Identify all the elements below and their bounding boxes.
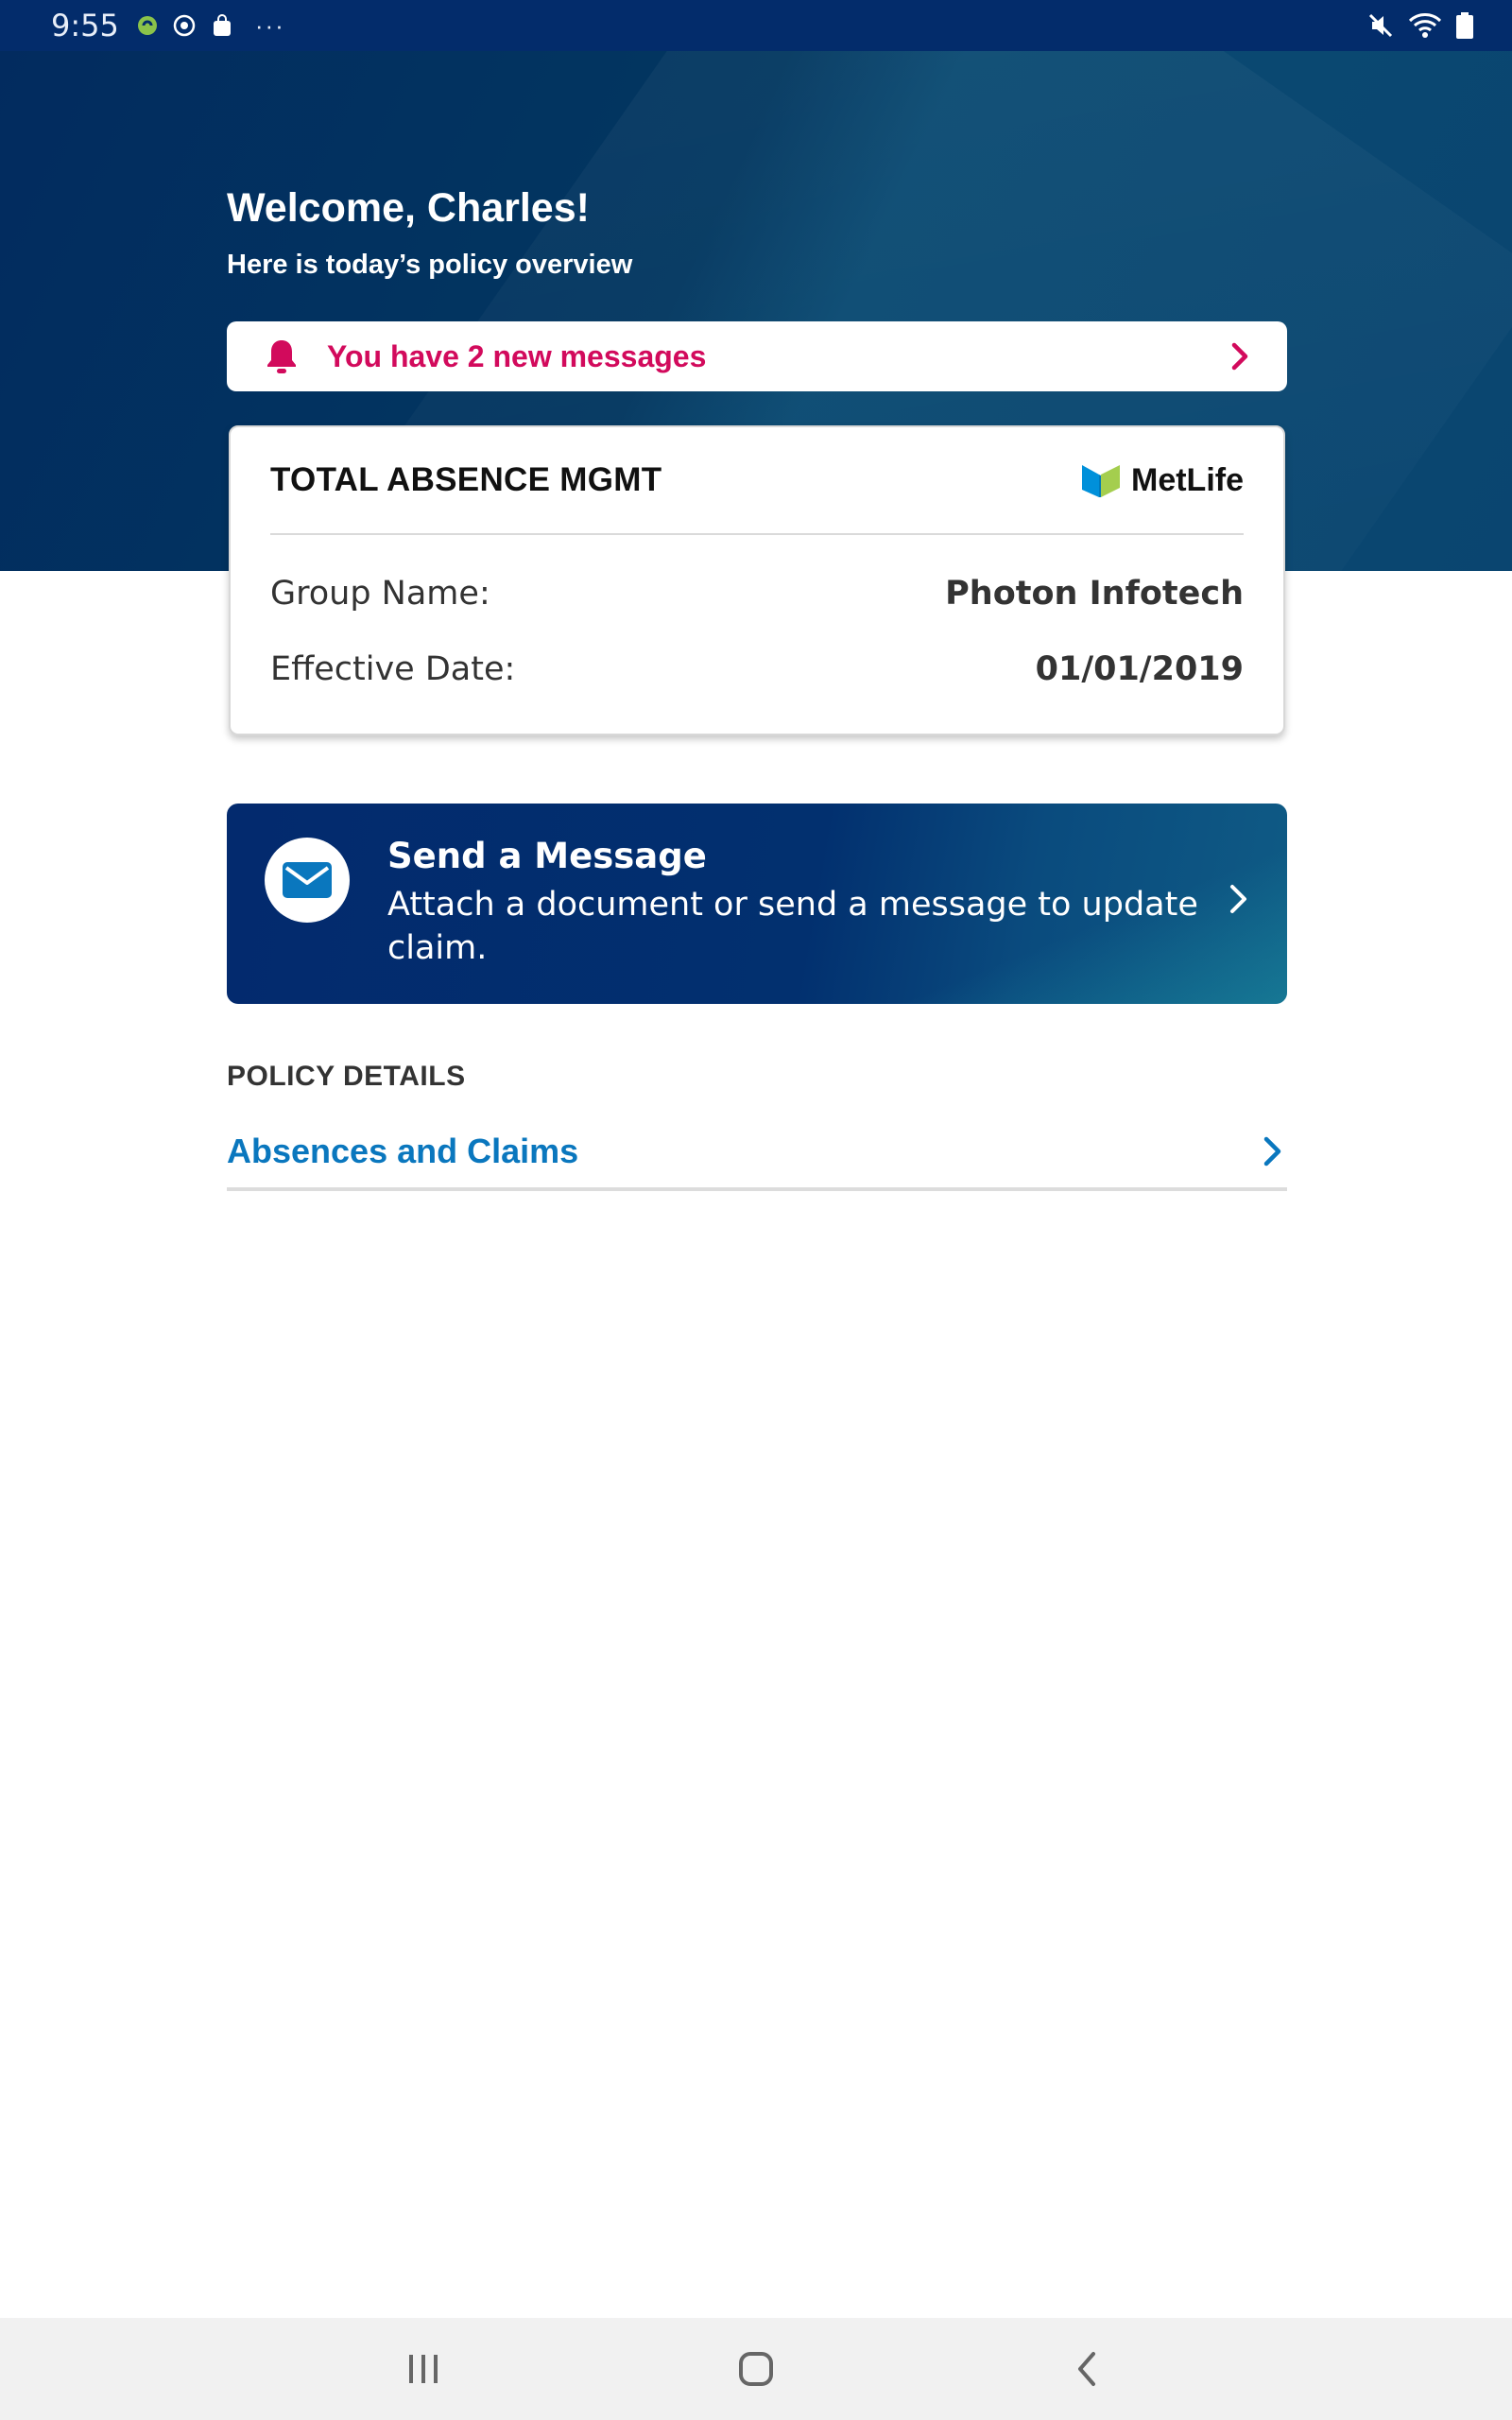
send-message-description: Attach a document or send a message to u…: [387, 886, 1198, 967]
mute-icon: [1366, 11, 1395, 40]
status-icons-left: ···: [136, 11, 285, 41]
policy-card-header: TOTAL ABSENCE MGMT MetLife: [270, 427, 1244, 535]
shopping-bag-icon: [210, 13, 234, 38]
effective-date-value: 01/01/2019: [1035, 650, 1244, 688]
absences-and-claims-link[interactable]: Absences and Claims: [227, 1115, 1287, 1191]
metlife-logo-icon: [1082, 465, 1120, 497]
metlife-logo: MetLife: [1080, 461, 1244, 499]
chevron-right-icon: [1230, 341, 1251, 372]
chevron-right-icon: [1263, 1135, 1283, 1167]
envelope-icon: [265, 838, 350, 923]
welcome-title: Welcome, Charles!: [227, 185, 590, 231]
policy-card: TOTAL ABSENCE MGMT MetLife Group Name: P…: [229, 425, 1285, 735]
bell-icon: [265, 337, 299, 375]
wifi-icon: [1408, 11, 1442, 40]
effective-date-row: Effective Date: 01/01/2019: [270, 631, 1244, 707]
effective-date-label: Effective Date:: [270, 650, 516, 688]
new-messages-text: You have 2 new messages: [327, 338, 707, 373]
status-time: 9:55: [51, 8, 119, 43]
send-message-title: Send a Message: [387, 836, 707, 876]
new-messages-banner[interactable]: You have 2 new messages: [227, 321, 1287, 391]
send-message-card[interactable]: Send a Message Attach a document or send…: [227, 804, 1287, 1004]
group-name-row: Group Name: Photon Infotech: [270, 556, 1244, 631]
status-bar: 9:55 ···: [0, 0, 1512, 51]
chevron-right-icon: [1228, 883, 1249, 915]
sync-icon: [172, 13, 197, 38]
policy-title: TOTAL ABSENCE MGMT: [270, 461, 662, 498]
welcome-subtitle: Here is today’s policy overview: [227, 250, 633, 280]
status-icons-right: [1366, 11, 1474, 40]
home-icon[interactable]: [718, 2331, 794, 2407]
back-icon[interactable]: [1049, 2331, 1125, 2407]
system-nav-bar: [0, 2318, 1512, 2420]
app-notification-icon: [136, 14, 159, 37]
policy-details-heading: POLICY DETAILS: [227, 1061, 466, 1092]
recent-apps-icon[interactable]: [386, 2331, 461, 2407]
group-name-label: Group Name:: [270, 575, 490, 613]
more-notifications-icon: ···: [254, 10, 285, 40]
battery-icon: [1455, 11, 1474, 40]
group-name-value: Photon Infotech: [945, 575, 1244, 613]
metlife-logo-text: MetLife: [1131, 461, 1244, 498]
absences-and-claims-label: Absences and Claims: [227, 1132, 579, 1170]
